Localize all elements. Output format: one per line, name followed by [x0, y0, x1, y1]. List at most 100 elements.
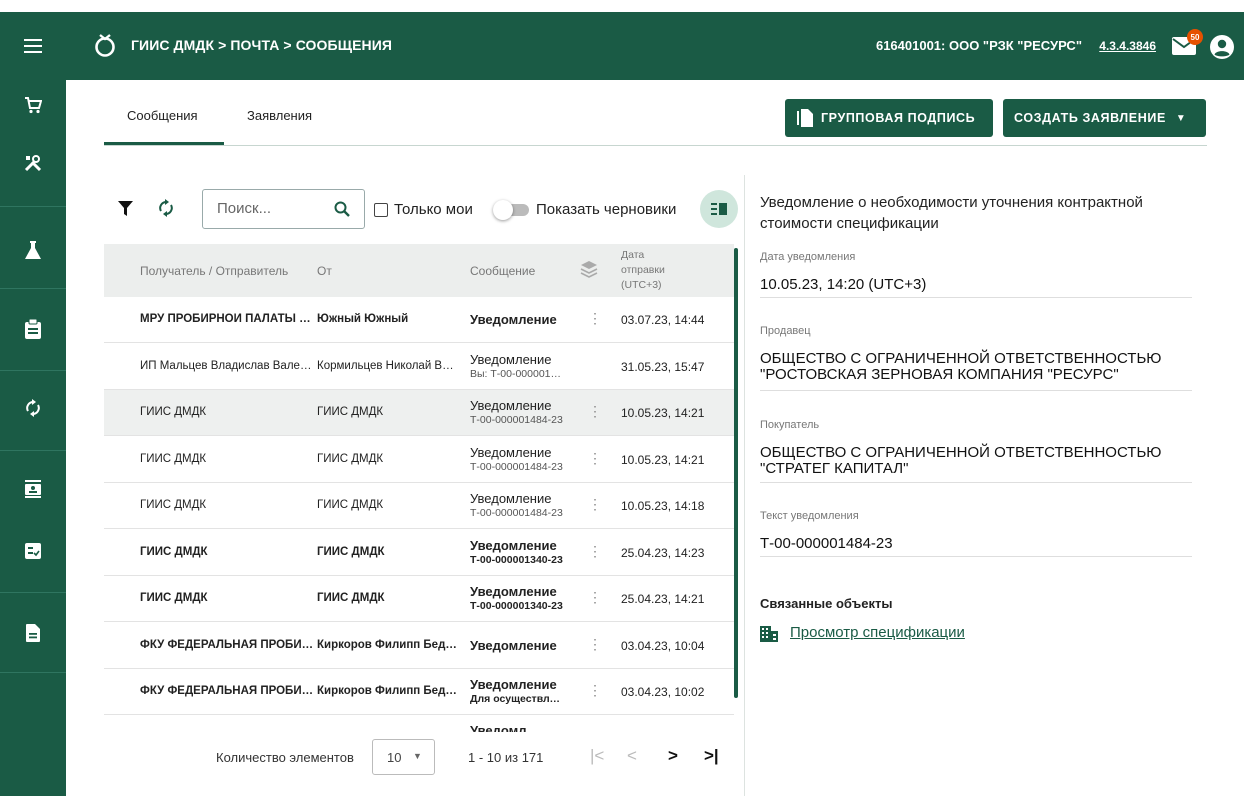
field-divider — [760, 390, 1192, 391]
tabs-divider — [104, 145, 1207, 146]
table-row[interactable]: ИП Мальцев Владислав ВалерьевичКормильце… — [104, 344, 734, 390]
tab-applications[interactable]: Заявления — [247, 108, 312, 123]
table-row[interactable]: МРУ ПРОБИРНОЙ ПАЛАТЫ ПО ЮЖНОМУ ФЕДЕРАЛЬН… — [104, 297, 734, 343]
row-message-preview: Для осуществления — [470, 693, 565, 705]
table-row[interactable]: ГИИС ДМДК ГИИС ДМДК Уведомление Т-00-000001… — [104, 390, 734, 436]
tools-icon[interactable] — [0, 138, 66, 188]
caret-down-icon: ▼ — [1175, 112, 1187, 124]
group-sign-label: ГРУППОВАЯ ПОДПИСЬ — [821, 111, 976, 125]
caret-down-icon: ▼ — [413, 751, 422, 761]
columns-icon — [711, 203, 727, 215]
filter-icon[interactable] — [118, 201, 133, 216]
row-message-preview: Т-00-000001340-23 — [470, 600, 563, 612]
field-divider — [760, 297, 1192, 298]
text-label: Текст уведомления — [760, 510, 859, 522]
date-label: Дата уведомления — [760, 251, 856, 263]
row-sender: Южный Южный — [317, 313, 409, 325]
row-date: 10.05.23, 14:21 — [621, 452, 705, 467]
only-mine-checkbox[interactable] — [374, 203, 388, 217]
sidebar — [0, 80, 66, 796]
checklist-icon[interactable] — [0, 526, 66, 576]
page-size-value: 10 — [387, 750, 402, 765]
row-message: Уведомление — [470, 491, 552, 506]
col-message[interactable]: Сообщение — [470, 264, 535, 278]
row-date: 25.04.23, 14:21 — [621, 592, 705, 606]
refresh-icon[interactable] — [159, 198, 173, 218]
table-row[interactable]: ГИИС ДМДК ГИИС ДМДК Уведомление Т-00-000001… — [104, 483, 734, 529]
row-date: 10.05.23, 14:21 — [621, 406, 705, 420]
row-recipient: ИП Мальцев Владислав Валерьевич — [140, 359, 315, 372]
row-message-preview: Т-00-000001484-23 — [470, 460, 563, 473]
panel-divider — [744, 175, 745, 796]
col-date-line2: отправки — [621, 264, 665, 276]
search-input[interactable] — [217, 200, 327, 217]
row-menu-icon[interactable]: ⋮ — [588, 310, 602, 327]
document-icon[interactable] — [0, 608, 66, 658]
table-row-partial[interactable]: Уведомл... — [104, 716, 734, 732]
last-page-icon[interactable]: >| — [704, 746, 719, 766]
row-sender: ГИИС ДМДК — [317, 592, 385, 604]
table-row[interactable]: ГИИС ДМДК ГИИС ДМДК Уведомление Т-00-000001… — [104, 437, 734, 483]
page-range: 1 - 10 из 171 — [468, 750, 544, 765]
sidebar-divider — [0, 206, 66, 207]
clipboard-icon[interactable] — [0, 304, 66, 354]
breadcrumb: ГИИС ДМДК > ПОЧТА > СООБЩЕНИЯ — [131, 37, 393, 53]
col-date-line3: (UTC+3) — [621, 279, 662, 291]
user-icon[interactable] — [1210, 35, 1234, 59]
row-date: 31.05.23, 15:47 — [621, 359, 705, 374]
table-row[interactable]: ФКУ ФЕДЕРАЛЬНАЯ ПРОБИРНАЯ ПАЛАТАКиркоров… — [104, 669, 734, 715]
row-sender: Кормильцев Николай Викторович — [317, 359, 460, 372]
row-recipient: ГИИС ДМДК — [140, 545, 208, 558]
row-recipient: ФКУ ФЕДЕРАЛЬНАЯ ПРОБИРНАЯ ПАЛАТА — [140, 638, 315, 651]
row-menu-icon[interactable]: ⋮ — [588, 496, 602, 513]
prev-page-icon[interactable]: < — [627, 746, 637, 766]
table-row[interactable]: ГИИС ДМДК ГИИС ДМДК Уведомление Т-00-000001… — [104, 530, 734, 576]
menu-icon[interactable] — [0, 12, 66, 80]
toggle-knob[interactable] — [493, 200, 513, 220]
sidebar-divider — [0, 592, 66, 593]
scrollbar[interactable] — [734, 248, 738, 698]
group-sign-button[interactable]: ГРУППОВАЯ ПОДПИСЬ — [785, 99, 993, 137]
create-application-button[interactable]: СОЗДАТЬ ЗАЯВЛЕНИЕ ▼ — [1003, 99, 1206, 137]
top-bar: ГИИС ДМДК > ПОЧТА > СООБЩЕНИЯ 616401001:… — [0, 0, 1244, 80]
columns-button[interactable] — [700, 190, 738, 228]
row-sender: ГИИС ДМДК — [317, 499, 384, 511]
badge-icon[interactable] — [0, 464, 66, 514]
first-page-icon[interactable]: |< — [590, 746, 604, 766]
row-menu-icon[interactable]: ⋮ — [588, 682, 602, 699]
sidebar-divider — [0, 288, 66, 289]
row-menu-icon[interactable]: ⋮ — [588, 636, 602, 653]
flask-icon[interactable] — [0, 225, 66, 275]
row-recipient: ГИИС ДМДК — [140, 452, 207, 465]
col-date-line1[interactable]: Дата — [621, 249, 644, 261]
tab-messages[interactable]: Сообщения — [127, 108, 198, 123]
row-recipient: ФКУ ФЕДЕРАЛЬНАЯ ПРОБИРНАЯ ПАЛАТА — [140, 685, 315, 697]
search-icon[interactable] — [334, 201, 350, 217]
top-bar-strip: ГИИС ДМДК > ПОЧТА > СООБЩЕНИЯ 616401001:… — [0, 12, 1244, 80]
row-recipient: МРУ ПРОБИРНОЙ ПАЛАТЫ ПО ЮЖНОМУ ФЕДЕРАЛЬН… — [140, 313, 315, 325]
row-sender: Киркоров Филипп Бедросович — [317, 638, 460, 651]
row-date: 10.05.23, 14:18 — [621, 499, 705, 513]
table-row[interactable]: ГИИС ДМДК ГИИС ДМДК Уведомление Т-00-000001… — [104, 576, 734, 622]
row-date: 03.04.23, 10:04 — [621, 638, 705, 653]
col-from[interactable]: От — [317, 264, 332, 278]
view-specification-link[interactable]: Просмотр спецификации — [790, 624, 965, 641]
detail-title: Уведомление о необходимости уточнения ко… — [760, 194, 1143, 232]
row-message-preview: Вы: Т-00-000001484-23 — [470, 367, 565, 380]
related-objects-heading: Связанные объекты — [760, 596, 893, 611]
row-date: 03.04.23, 10:02 — [621, 685, 705, 699]
row-menu-icon[interactable]: ⋮ — [588, 543, 602, 560]
row-recipient: ГИИС ДМДК — [140, 499, 207, 511]
table-row[interactable]: ФКУ ФЕДЕРАЛЬНАЯ ПРОБИРНАЯ ПАЛАТАКиркоров… — [104, 623, 734, 669]
next-page-icon[interactable]: > — [668, 746, 678, 766]
cart-icon[interactable] — [0, 80, 66, 130]
row-menu-icon[interactable]: ⋮ — [588, 450, 602, 467]
sync-icon[interactable] — [0, 383, 66, 433]
version-link[interactable]: 4.3.4.3846 — [1099, 39, 1156, 53]
page-size-select[interactable]: 10 ▼ — [372, 739, 435, 775]
col-recipient[interactable]: Получатель / Отправитель — [140, 264, 288, 278]
row-menu-icon[interactable]: ⋮ — [588, 589, 602, 606]
row-recipient: ГИИС ДМДК — [140, 592, 208, 604]
search-box[interactable] — [202, 189, 365, 229]
row-menu-icon[interactable]: ⋮ — [588, 403, 602, 420]
